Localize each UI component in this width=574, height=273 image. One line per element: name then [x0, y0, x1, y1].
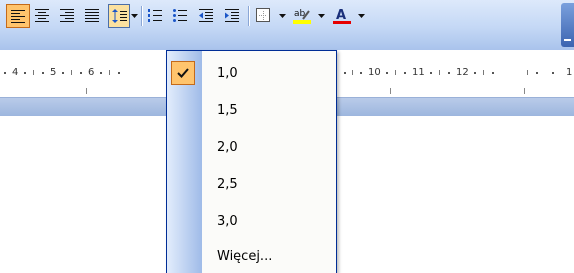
toolbar-separator	[141, 6, 142, 26]
ruler-dot	[448, 72, 450, 74]
ruler-tick	[71, 70, 72, 75]
align-center-button[interactable]	[31, 4, 55, 28]
borders-button[interactable]	[252, 4, 276, 28]
ruler-tick	[352, 70, 353, 75]
justify-button[interactable]	[81, 4, 105, 28]
ruler-dot	[430, 72, 432, 74]
ruler-number: 11	[412, 67, 425, 78]
menu-item-label: 2,0	[217, 140, 238, 155]
ruler-number: 1	[566, 67, 573, 78]
ruler-dot	[492, 72, 494, 74]
line-spacing-more-option[interactable]: Więcej...	[168, 241, 335, 272]
borders-dropdown-icon[interactable]	[279, 14, 286, 18]
borders-icon	[256, 8, 270, 22]
ruler-dot	[118, 72, 120, 74]
ruler-tick	[483, 70, 484, 75]
ruler-tick	[439, 70, 440, 75]
menu-item-label: 2,5	[217, 177, 238, 192]
ruler-dot	[344, 72, 346, 74]
font-color-dropdown-icon[interactable]	[358, 14, 365, 18]
bullets-button[interactable]	[169, 4, 193, 28]
align-left-button[interactable]	[6, 4, 30, 28]
ruler-tick	[395, 70, 396, 75]
ruler-indent-marker[interactable]	[86, 88, 87, 94]
svg-text:A: A	[336, 8, 346, 23]
line-spacing-option-1-5[interactable]: 1,5	[168, 95, 335, 126]
align-left-icon	[11, 10, 25, 23]
ruler-tick	[527, 70, 528, 75]
increase-indent-button[interactable]	[221, 4, 245, 28]
formatting-toolbar: ab A	[0, 0, 574, 51]
ruler-dot	[42, 72, 44, 74]
line-spacing-button[interactable]	[108, 4, 130, 28]
ruler-dot	[386, 72, 388, 74]
font-color-icon: A	[333, 8, 351, 24]
align-right-icon	[60, 9, 74, 22]
justify-icon	[85, 9, 99, 22]
menu-item-label: 3,0	[217, 214, 238, 229]
toolbar-separator	[248, 6, 249, 26]
ruler-dot	[536, 72, 538, 74]
line-spacing-option-2-5[interactable]: 2,5	[168, 169, 335, 200]
align-center-icon	[35, 9, 49, 22]
ruler-tick	[33, 70, 34, 75]
menu-item-label: 1,5	[217, 103, 238, 118]
bulleted-list-icon	[173, 9, 187, 22]
ruler-indent-marker[interactable]	[524, 88, 525, 94]
decrease-indent-button[interactable]	[195, 4, 219, 28]
menu-item-label: Więcej...	[217, 249, 273, 264]
ruler-number: 12	[456, 67, 469, 78]
ruler-indent-marker[interactable]	[390, 88, 391, 94]
highlight-button[interactable]: ab	[290, 4, 314, 28]
line-spacing-option-3-0[interactable]: 3,0	[168, 206, 335, 237]
ruler-dot	[552, 72, 554, 74]
checkmark-icon	[177, 68, 189, 78]
line-spacing-dropdown-icon[interactable]	[131, 14, 138, 18]
toolbar-options-icon	[564, 39, 571, 41]
decrease-indent-icon	[199, 9, 213, 22]
ruler-dot	[474, 72, 476, 74]
align-right-button[interactable]	[56, 4, 80, 28]
increase-indent-icon	[225, 9, 239, 22]
ruler-dot	[404, 72, 406, 74]
toolbar-options-button[interactable]	[561, 3, 574, 47]
ruler-dot	[100, 72, 102, 74]
ruler-number: 10	[368, 67, 381, 78]
ruler-dot	[80, 72, 82, 74]
line-spacing-icon	[112, 9, 127, 23]
line-spacing-menu: 1,0 1,5 2,0 2,5 3,0 Więcej...	[166, 50, 337, 273]
numbering-button[interactable]	[144, 4, 168, 28]
checked-indicator	[171, 61, 195, 85]
line-spacing-option-2-0[interactable]: 2,0	[168, 132, 335, 163]
ruler-dot	[360, 72, 362, 74]
ruler-number: 5	[50, 67, 57, 78]
highlight-dropdown-icon[interactable]	[318, 14, 325, 18]
ruler-dot	[62, 72, 64, 74]
highlight-icon: ab	[293, 9, 311, 24]
menu-item-label: 1,0	[217, 66, 238, 81]
line-spacing-option-1-0[interactable]: 1,0	[168, 58, 335, 89]
ruler-number: 6	[88, 67, 95, 78]
ruler-dot	[24, 72, 26, 74]
ruler-dot	[4, 72, 6, 74]
ruler-tick	[109, 70, 110, 75]
font-color-button[interactable]: A	[330, 4, 354, 28]
numbered-list-icon	[148, 9, 162, 22]
ruler-number: 4	[12, 67, 19, 78]
